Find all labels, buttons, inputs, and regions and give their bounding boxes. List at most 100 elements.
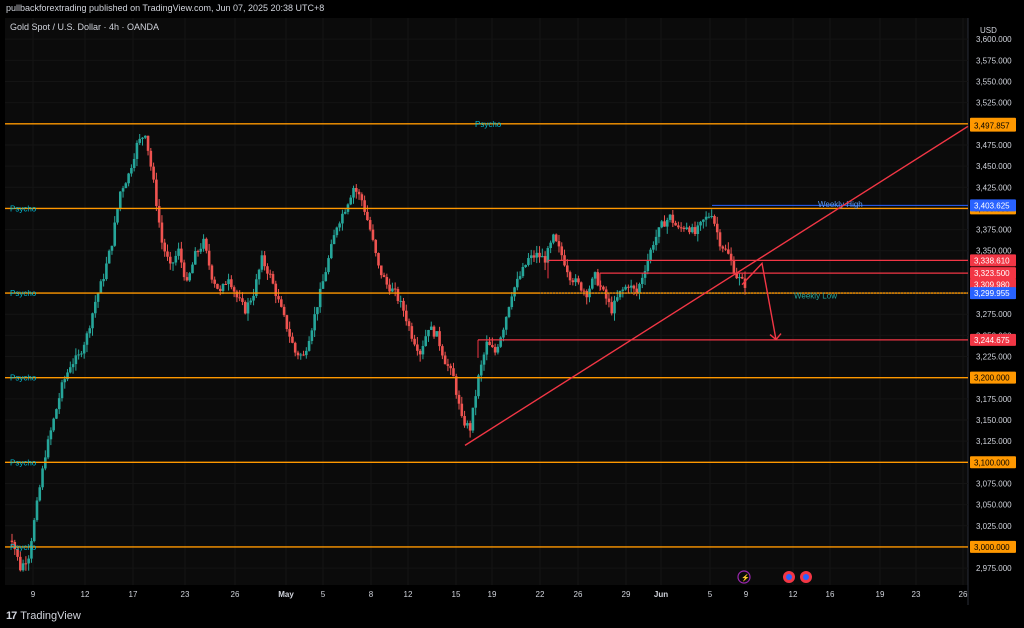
candle-body xyxy=(88,328,92,334)
candle-body xyxy=(188,273,191,281)
candle-body xyxy=(471,407,475,431)
candle-body xyxy=(91,313,94,329)
candle-body xyxy=(493,347,497,353)
candle-body xyxy=(296,352,300,356)
candle-body xyxy=(232,287,236,292)
x-tick-label: 5 xyxy=(321,590,326,599)
y-tick-label: 3,475.000 xyxy=(976,141,1012,150)
candle-body xyxy=(49,430,53,440)
price-tag: 3,497.857 xyxy=(974,122,1010,131)
x-tick-label: 17 xyxy=(129,590,138,599)
candle-body xyxy=(615,297,619,301)
candle-body xyxy=(466,423,469,426)
candle-body xyxy=(688,227,691,233)
candle-body xyxy=(607,298,611,303)
candle-body xyxy=(338,223,341,228)
candle-body xyxy=(502,329,505,338)
candle-body xyxy=(230,279,233,288)
candle-body xyxy=(374,239,378,254)
candle-body xyxy=(19,556,22,571)
candle-body xyxy=(55,409,58,419)
candle-body xyxy=(180,248,183,263)
candle-body xyxy=(571,280,575,283)
candle-body xyxy=(224,284,228,286)
candle-body xyxy=(685,227,688,229)
candle-body xyxy=(621,289,625,291)
y-tick-label: 3,125.000 xyxy=(976,437,1012,446)
candle-body xyxy=(652,245,655,250)
candle-body xyxy=(435,331,439,337)
candle-body xyxy=(724,248,727,250)
level-label: Psycho xyxy=(10,204,37,213)
candle-body xyxy=(438,331,441,347)
candle-body xyxy=(146,135,150,151)
candle-body xyxy=(82,344,86,354)
candle-body xyxy=(243,301,247,314)
candle-body xyxy=(477,375,480,397)
x-tick-label: Jun xyxy=(654,590,668,599)
candle-body xyxy=(463,416,466,426)
y-tick-label: 3,550.000 xyxy=(976,77,1012,86)
candle-body xyxy=(549,242,552,249)
candle-body xyxy=(649,249,652,261)
candle-body xyxy=(246,302,250,314)
candle-body xyxy=(424,336,428,347)
y-tick-label: 3,525.000 xyxy=(976,99,1012,108)
candle-body xyxy=(460,403,464,417)
candle-body xyxy=(516,278,519,288)
candle-body xyxy=(202,238,205,249)
level-label: Psycho xyxy=(10,543,37,552)
candle-body xyxy=(391,288,394,292)
flag-inner xyxy=(786,574,792,580)
candle-body xyxy=(293,342,297,353)
candle-body xyxy=(77,354,80,356)
candle-body xyxy=(27,558,30,564)
price-chart[interactable]: 9 12 17 23 26 May 5 8 12 15 19 22 26 29 Jun 5 9 12 16 19 23 2… xyxy=(0,0,1024,628)
candle-body xyxy=(402,300,405,311)
candle-body xyxy=(10,540,14,543)
candle-body xyxy=(166,251,169,257)
candle-body xyxy=(213,279,216,284)
candle-body xyxy=(35,500,39,521)
candle-body xyxy=(302,354,305,356)
candle-body xyxy=(21,563,25,571)
candle-body xyxy=(341,213,344,224)
candle-body xyxy=(696,225,700,235)
tradingview-logo[interactable]: 17 TradingView xyxy=(6,609,81,623)
x-tick-label: 9 xyxy=(744,590,749,599)
candle-body xyxy=(727,249,730,254)
candle-body xyxy=(24,563,28,565)
candle-body xyxy=(593,272,597,279)
tradingview-brand: TradingView xyxy=(20,610,81,622)
candle-body xyxy=(71,364,75,368)
candle-body xyxy=(518,276,522,279)
candle-body xyxy=(627,286,630,288)
candle-body xyxy=(282,306,286,316)
candle-body xyxy=(199,248,203,252)
x-tick-label: 26 xyxy=(959,590,968,599)
candle-body xyxy=(704,216,708,220)
candle-body xyxy=(324,272,328,282)
candle-body xyxy=(410,326,414,339)
candle-body xyxy=(577,278,580,283)
candle-body xyxy=(582,290,586,292)
candle-body xyxy=(249,300,253,303)
candle-body xyxy=(407,321,411,327)
candle-body xyxy=(343,211,347,214)
candle-body xyxy=(102,279,105,282)
candle-body xyxy=(366,211,369,221)
candle-body xyxy=(85,333,89,345)
candle-body xyxy=(579,282,583,291)
candle-body xyxy=(452,368,455,377)
candle-body xyxy=(677,225,680,228)
y-tick-label: 3,050.000 xyxy=(976,501,1012,510)
candle-body xyxy=(274,283,278,297)
candle-body xyxy=(418,350,422,355)
candle-body xyxy=(552,234,555,243)
candle-body xyxy=(263,255,266,267)
y-tick-label: 3,575.000 xyxy=(976,56,1012,65)
candle-body xyxy=(654,236,658,246)
candle-body xyxy=(41,468,44,488)
candle-body xyxy=(543,256,547,263)
candle-body xyxy=(196,251,200,253)
